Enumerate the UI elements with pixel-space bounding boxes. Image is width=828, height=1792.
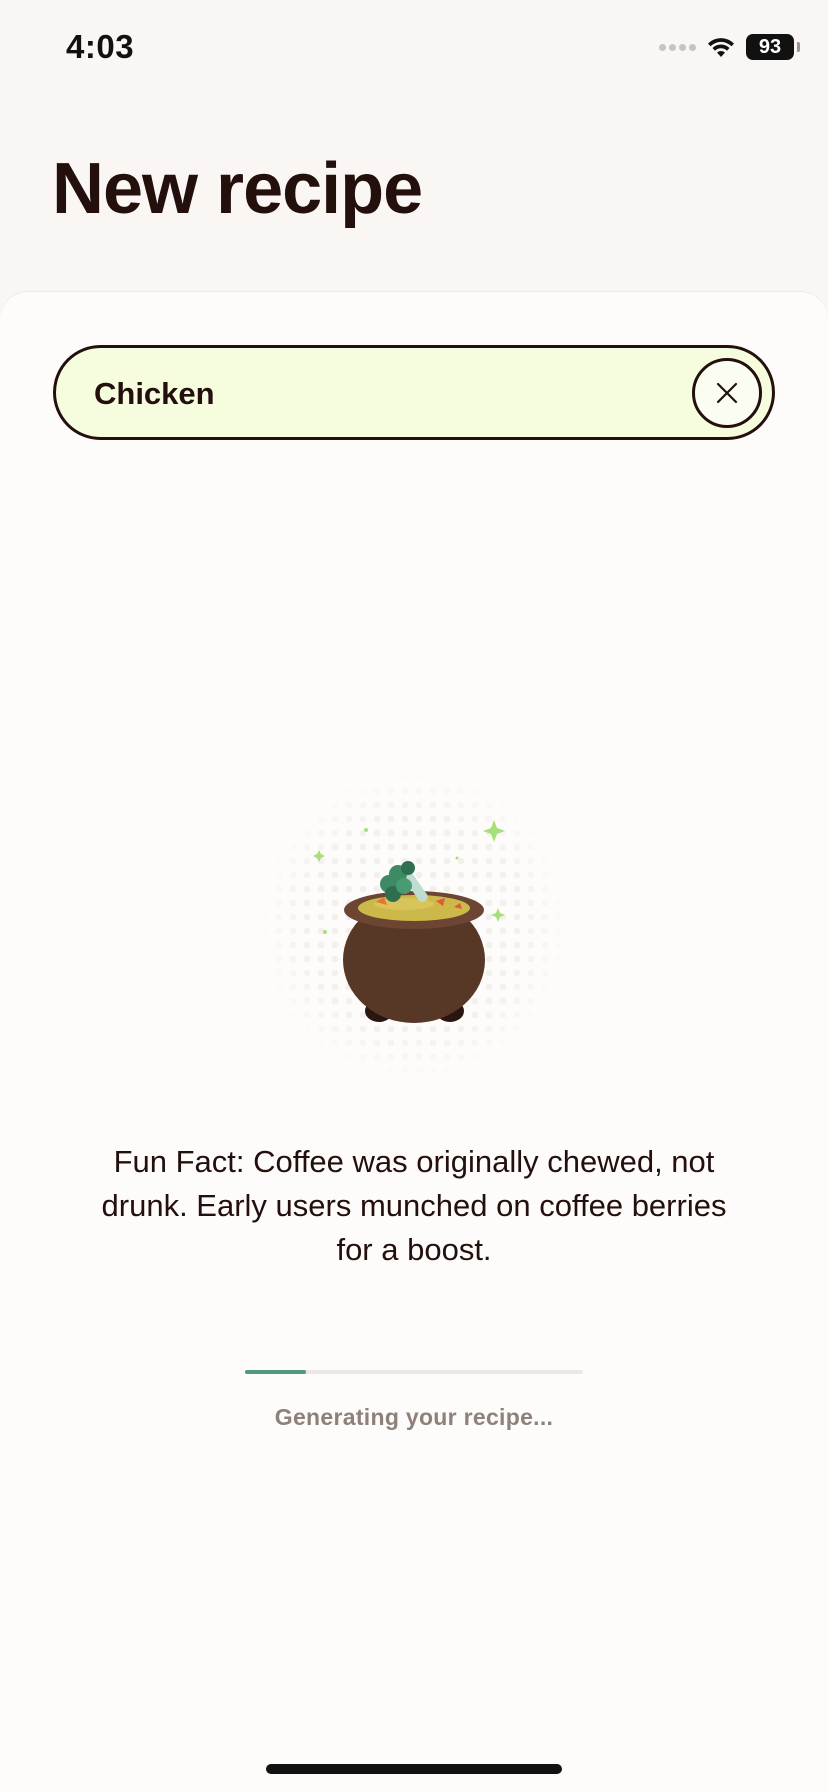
signal-dots-icon: [659, 43, 696, 51]
status-time: 4:03: [66, 28, 135, 65]
ingredient-search-field[interactable]: Chicken: [53, 345, 775, 440]
battery-indicator: 93: [746, 34, 800, 60]
progress-bar: [245, 1370, 583, 1374]
clear-search-button[interactable]: [692, 358, 762, 428]
page-title: New recipe: [52, 149, 423, 229]
wifi-icon: [708, 38, 734, 57]
fun-fact-text: Fun Fact: Coffee was originally chewed, …: [101, 1144, 727, 1267]
cauldron-icon: [260, 772, 568, 1080]
progress-bar-fill: [245, 1370, 306, 1374]
recipe-screen: 4:03 93 New recipe Chicken Fun Fact: Cof…: [0, 0, 828, 1792]
home-indicator[interactable]: [266, 1764, 562, 1774]
close-icon: [716, 382, 738, 404]
status-icons: 93: [659, 34, 800, 60]
generating-status: Generating your recipe...: [274, 1404, 554, 1430]
search-input-value[interactable]: Chicken: [94, 376, 215, 412]
